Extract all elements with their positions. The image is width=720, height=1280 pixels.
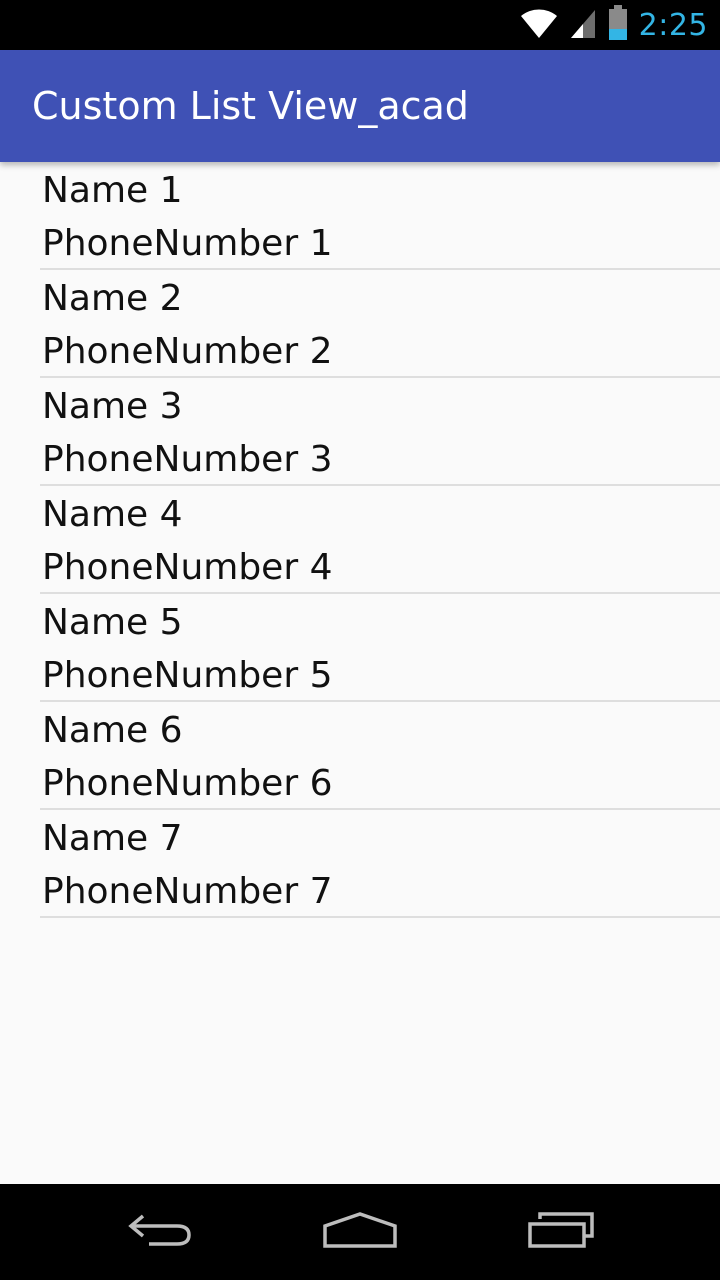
contact-name: Name 3 [42, 386, 183, 427]
list-item[interactable]: Name 5 PhoneNumber 5 [40, 594, 720, 702]
contact-phone: PhoneNumber 5 [42, 655, 333, 696]
contact-list: Name 1 PhoneNumber 1 Name 2 PhoneNumber … [0, 162, 720, 918]
list-item[interactable]: Name 7 PhoneNumber 7 [40, 810, 720, 918]
contact-name: Name 6 [42, 710, 183, 751]
contact-phone: PhoneNumber 3 [42, 439, 333, 480]
status-time: 2:25 [638, 7, 708, 43]
contact-name: Name 4 [42, 494, 183, 535]
contact-phone: PhoneNumber 2 [42, 331, 333, 372]
contact-name: Name 2 [42, 278, 183, 319]
navigation-bar [0, 1184, 720, 1280]
contact-phone: PhoneNumber 6 [42, 763, 333, 804]
contact-name: Name 5 [42, 602, 183, 643]
list-item[interactable]: Name 2 PhoneNumber 2 [40, 270, 720, 378]
recents-button[interactable] [502, 1184, 622, 1280]
status-icons: 2:25 [519, 0, 708, 50]
list-item[interactable]: Name 4 PhoneNumber 4 [40, 486, 720, 594]
recents-icon [526, 1210, 598, 1255]
list-item[interactable]: Name 3 PhoneNumber 3 [40, 378, 720, 486]
contact-name: Name 1 [42, 170, 183, 211]
home-icon [322, 1210, 398, 1255]
list-item[interactable]: Name 1 PhoneNumber 1 [40, 162, 720, 270]
contact-name: Name 7 [42, 818, 183, 859]
battery-icon [607, 4, 629, 46]
contact-phone: PhoneNumber 7 [42, 871, 333, 912]
contact-phone: PhoneNumber 4 [42, 547, 333, 588]
app-bar: Custom List View_acad [0, 50, 720, 162]
contact-phone: PhoneNumber 1 [42, 223, 333, 264]
home-button[interactable] [300, 1184, 420, 1280]
signal-icon [569, 6, 597, 45]
back-button[interactable] [100, 1184, 220, 1280]
status-bar: 2:25 [0, 0, 720, 50]
list-item[interactable]: Name 6 PhoneNumber 6 [40, 702, 720, 810]
app-title: Custom List View_acad [32, 84, 469, 128]
wifi-icon [519, 6, 559, 45]
back-icon [125, 1210, 195, 1255]
